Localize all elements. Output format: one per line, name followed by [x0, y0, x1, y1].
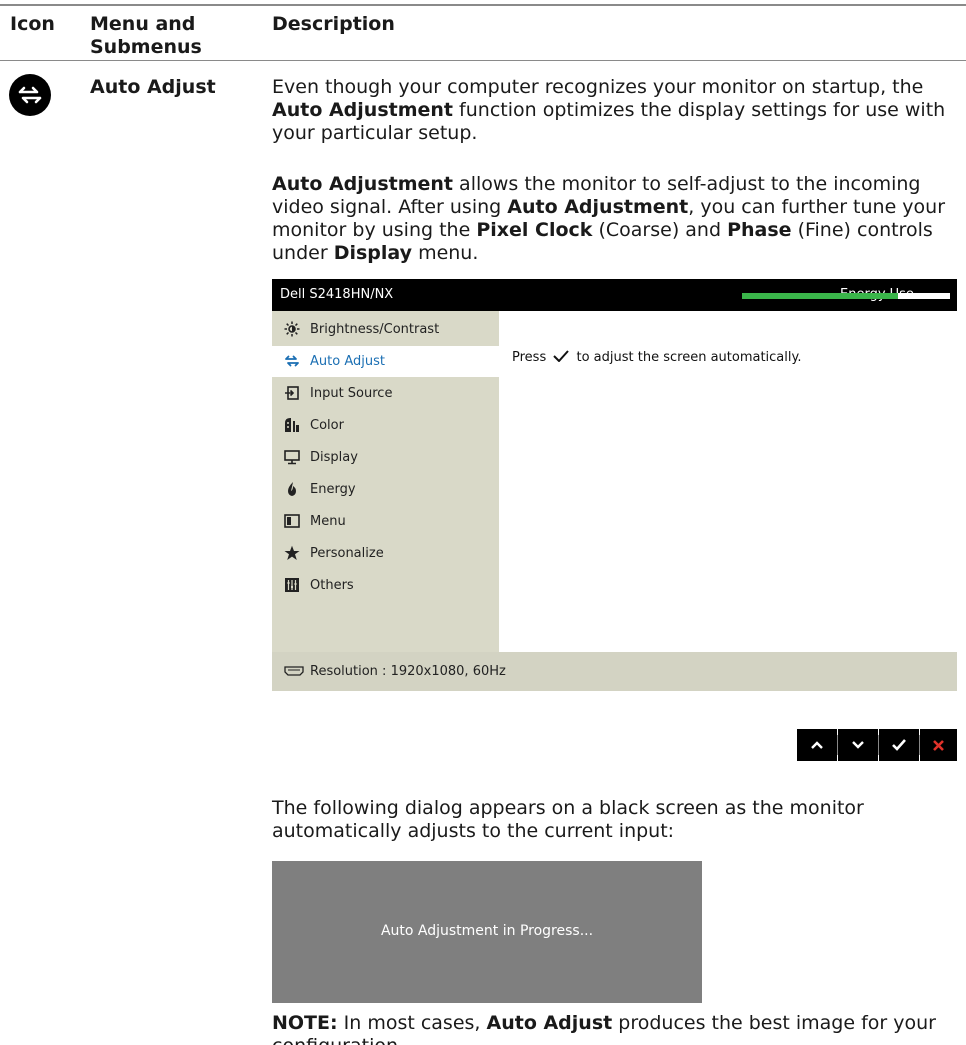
p2-text-j: menu.	[412, 242, 479, 264]
menu-icon	[284, 514, 300, 528]
confirm-button[interactable]	[879, 729, 919, 761]
energy-icon	[288, 482, 296, 496]
osd-model-title: Dell S2418HN/NX	[280, 287, 394, 302]
row-label-auto-adjust: Auto Adjust	[90, 76, 216, 98]
p2-bold-display: Display	[333, 242, 413, 264]
description-paragraph-2: Auto Adjustment allows the monitor to se…	[272, 173, 962, 265]
input-source-icon	[285, 386, 299, 400]
note-text-b: In most cases,	[337, 1012, 487, 1034]
top-rule	[0, 4, 966, 6]
osd-menu-screenshot: Dell S2418HN/NX Energy Use Brightness/Co…	[272, 279, 957, 691]
p1-text-a: Even though your computer recognizes you…	[272, 76, 924, 98]
check-icon	[553, 350, 570, 362]
osd-menu-label: Others	[310, 578, 354, 593]
osd-menu-item-menu[interactable]: Menu	[272, 506, 499, 537]
p2-bold-pixel-clock: Pixel Clock	[476, 219, 593, 241]
osd-nav-buttons	[797, 729, 957, 761]
resolution-text: Resolution : 1920x1080, 60Hz	[310, 664, 506, 679]
p1-bold-auto-adjustment: Auto Adjustment	[272, 99, 454, 121]
energy-use-fill	[742, 293, 898, 299]
osd-menu-item-brightness-contrast[interactable]: Brightness/Contrast	[272, 314, 499, 345]
osd-menu-label: Auto Adjust	[310, 354, 385, 369]
energy-use-meter	[742, 293, 950, 299]
auto-adjust-progress-dialog: Auto Adjustment in Progress...	[272, 861, 702, 1003]
osd-menu-label: Menu	[310, 514, 346, 529]
description-paragraph-3: The following dialog appears on a black …	[272, 797, 864, 842]
auto-adjust-icon	[285, 355, 299, 367]
osd-menu-label: Input Source	[310, 386, 393, 401]
brightness-icon	[284, 321, 300, 337]
exit-button[interactable]	[920, 729, 957, 761]
auto-adjust-icon	[9, 74, 51, 116]
osd-msg-rest: to adjust the screen automatically.	[576, 350, 802, 365]
note-label: NOTE:	[272, 1012, 338, 1034]
header-menu-line1: Menu and	[90, 13, 196, 35]
osd-menu-label: Display	[310, 450, 358, 465]
up-icon	[811, 741, 823, 749]
osd-footer: Resolution : 1920x1080, 60Hz	[272, 652, 957, 691]
p2-text-f: (Coarse) and	[592, 219, 728, 241]
note-paragraph: NOTE: In most cases, Auto Adjust produce…	[272, 1012, 962, 1045]
osd-menu-item-input-source[interactable]: Input Source	[272, 378, 499, 409]
osd-menu-item-others[interactable]: Others	[272, 570, 499, 601]
close-icon	[933, 740, 944, 751]
osd-menu-item-energy[interactable]: Energy	[272, 474, 499, 505]
header-description: Description	[272, 13, 395, 35]
color-icon	[285, 418, 299, 432]
description-paragraph-1: Even though your computer recognizes you…	[272, 76, 962, 145]
p2-bold-phase: Phase	[727, 219, 792, 241]
p2-bold-a: Auto Adjustment	[272, 173, 454, 195]
osd-body: Brightness/Contrast Auto Adjust Input So…	[272, 311, 957, 652]
progress-dialog-text: Auto Adjustment in Progress...	[380, 923, 594, 939]
osd-msg-press: Press	[512, 350, 547, 365]
osd-menu-item-auto-adjust[interactable]: Auto Adjust	[272, 346, 499, 377]
others-icon	[285, 578, 299, 592]
down-icon	[852, 741, 864, 749]
header-rule	[0, 60, 966, 61]
hdmi-port-icon	[284, 666, 304, 676]
display-icon	[284, 450, 300, 465]
header-menu: Menu and Submenus	[90, 13, 260, 59]
header-menu-line2: Submenus	[90, 36, 202, 58]
osd-menu-label: Color	[310, 418, 344, 433]
osd-menu-label: Brightness/Contrast	[310, 322, 440, 337]
header-icon: Icon	[10, 13, 55, 35]
p2-bold-c: Auto Adjustment	[507, 196, 689, 218]
check-icon	[892, 739, 906, 751]
osd-menu-item-display[interactable]: Display	[272, 442, 499, 473]
up-button[interactable]	[797, 729, 837, 761]
osd-instruction: Press to adjust the screen automatically…	[512, 350, 801, 365]
osd-menu-label: Energy	[310, 482, 356, 497]
osd-main-menu: Brightness/Contrast Auto Adjust Input So…	[272, 311, 499, 652]
osd-header: Dell S2418HN/NX Energy Use	[272, 279, 957, 311]
osd-menu-item-personalize[interactable]: Personalize	[272, 538, 499, 569]
note-bold-auto-adjust: Auto Adjust	[486, 1012, 613, 1034]
star-icon	[284, 545, 300, 560]
down-button[interactable]	[838, 729, 878, 761]
osd-menu-label: Personalize	[310, 546, 384, 561]
osd-menu-item-color[interactable]: Color	[272, 410, 499, 441]
